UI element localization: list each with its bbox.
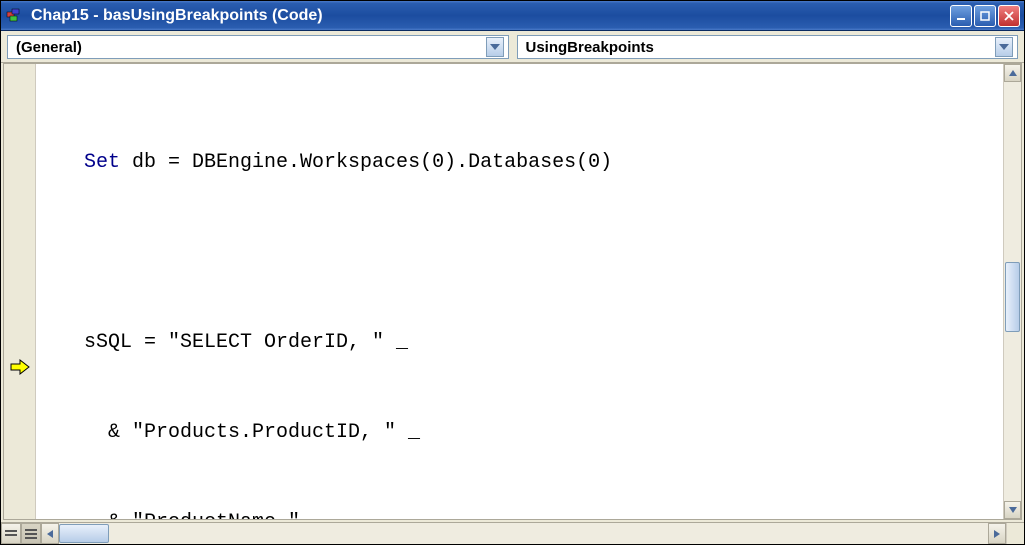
scrollbar-thumb[interactable] (59, 524, 109, 543)
margin-indicator-bar[interactable] (4, 64, 36, 519)
window-title: Chap15 - basUsingBreakpoints (Code) (31, 7, 950, 25)
scrollbar-track[interactable] (1004, 82, 1021, 501)
scrollbar-corner (1006, 523, 1024, 544)
code-line (36, 238, 1003, 268)
code-line: & "ProductName " _ (36, 508, 1003, 519)
code-window: Chap15 - basUsingBreakpoints (Code) (Gen… (0, 0, 1025, 545)
code-line: & "Products.ProductID, " _ (36, 418, 1003, 448)
code-editor[interactable]: Set db = DBEngine.Workspaces(0).Database… (3, 63, 1022, 520)
code-line: sSQL = "SELECT OrderID, " _ (36, 328, 1003, 358)
dropdown-bar: (General) UsingBreakpoints (1, 31, 1024, 63)
full-module-view-button[interactable] (21, 523, 41, 544)
scroll-down-button[interactable] (1004, 501, 1021, 519)
bottom-bar (1, 522, 1024, 544)
close-button[interactable] (998, 5, 1020, 27)
code-line: Set db = DBEngine.Workspaces(0).Database… (36, 148, 1003, 178)
chevron-down-icon[interactable] (995, 37, 1013, 57)
procedure-view-button[interactable] (1, 523, 21, 544)
vertical-scrollbar[interactable] (1003, 64, 1021, 519)
code-text-area[interactable]: Set db = DBEngine.Workspaces(0).Database… (36, 64, 1003, 519)
scrollbar-thumb[interactable] (1005, 262, 1020, 332)
scroll-right-button[interactable] (988, 523, 1006, 544)
app-icon (5, 6, 25, 26)
object-dropdown-value: (General) (16, 39, 486, 56)
chevron-down-icon[interactable] (486, 37, 504, 57)
minimize-button[interactable] (950, 5, 972, 27)
maximize-button[interactable] (974, 5, 996, 27)
object-dropdown[interactable]: (General) (7, 35, 509, 59)
procedure-dropdown-value: UsingBreakpoints (526, 39, 996, 56)
scroll-left-button[interactable] (41, 523, 59, 544)
window-controls (950, 5, 1020, 27)
titlebar[interactable]: Chap15 - basUsingBreakpoints (Code) (1, 1, 1024, 31)
scroll-up-button[interactable] (1004, 64, 1021, 82)
execution-pointer-icon (8, 358, 32, 376)
horizontal-scrollbar[interactable] (41, 523, 1006, 544)
scrollbar-track[interactable] (59, 523, 988, 544)
procedure-dropdown[interactable]: UsingBreakpoints (517, 35, 1019, 59)
